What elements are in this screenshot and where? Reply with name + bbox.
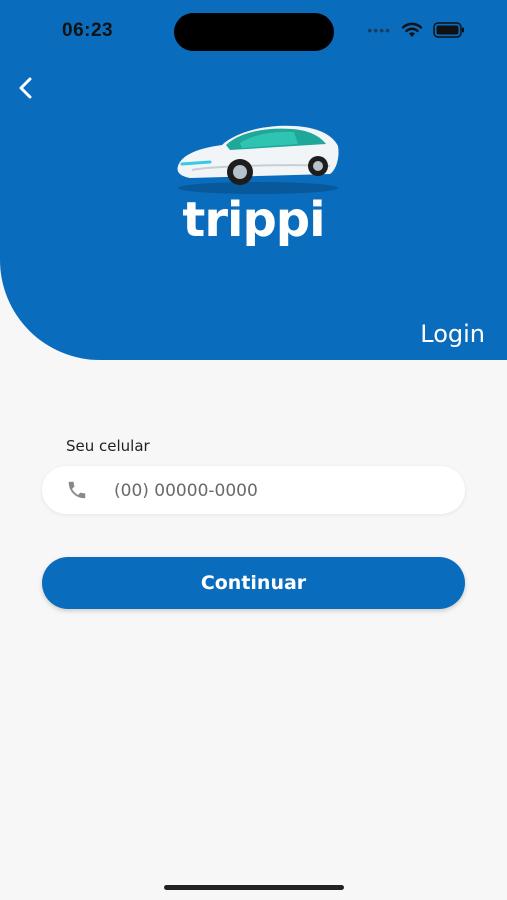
wifi-icon bbox=[401, 22, 423, 37]
phone-field[interactable] bbox=[42, 466, 465, 516]
back-button[interactable] bbox=[10, 72, 42, 104]
home-indicator bbox=[164, 885, 344, 890]
status-bar: 06:23 •••• bbox=[0, 0, 507, 60]
car-logo-icon bbox=[177, 125, 339, 194]
back-arrow-icon bbox=[19, 77, 32, 99]
phone-field-label: Seu celular bbox=[66, 437, 150, 455]
phone-input[interactable] bbox=[112, 466, 446, 516]
continue-button[interactable]: Continuar bbox=[42, 557, 465, 609]
battery-icon bbox=[433, 22, 464, 38]
status-icons: •••• bbox=[367, 22, 465, 38]
page-title: Login bbox=[420, 320, 485, 348]
status-time: 06:23 bbox=[62, 20, 114, 41]
dynamic-island bbox=[174, 13, 334, 51]
signal-dots-icon: •••• bbox=[367, 22, 391, 38]
phone-icon bbox=[68, 481, 86, 499]
brand-logo-text: trippi bbox=[182, 192, 325, 248]
